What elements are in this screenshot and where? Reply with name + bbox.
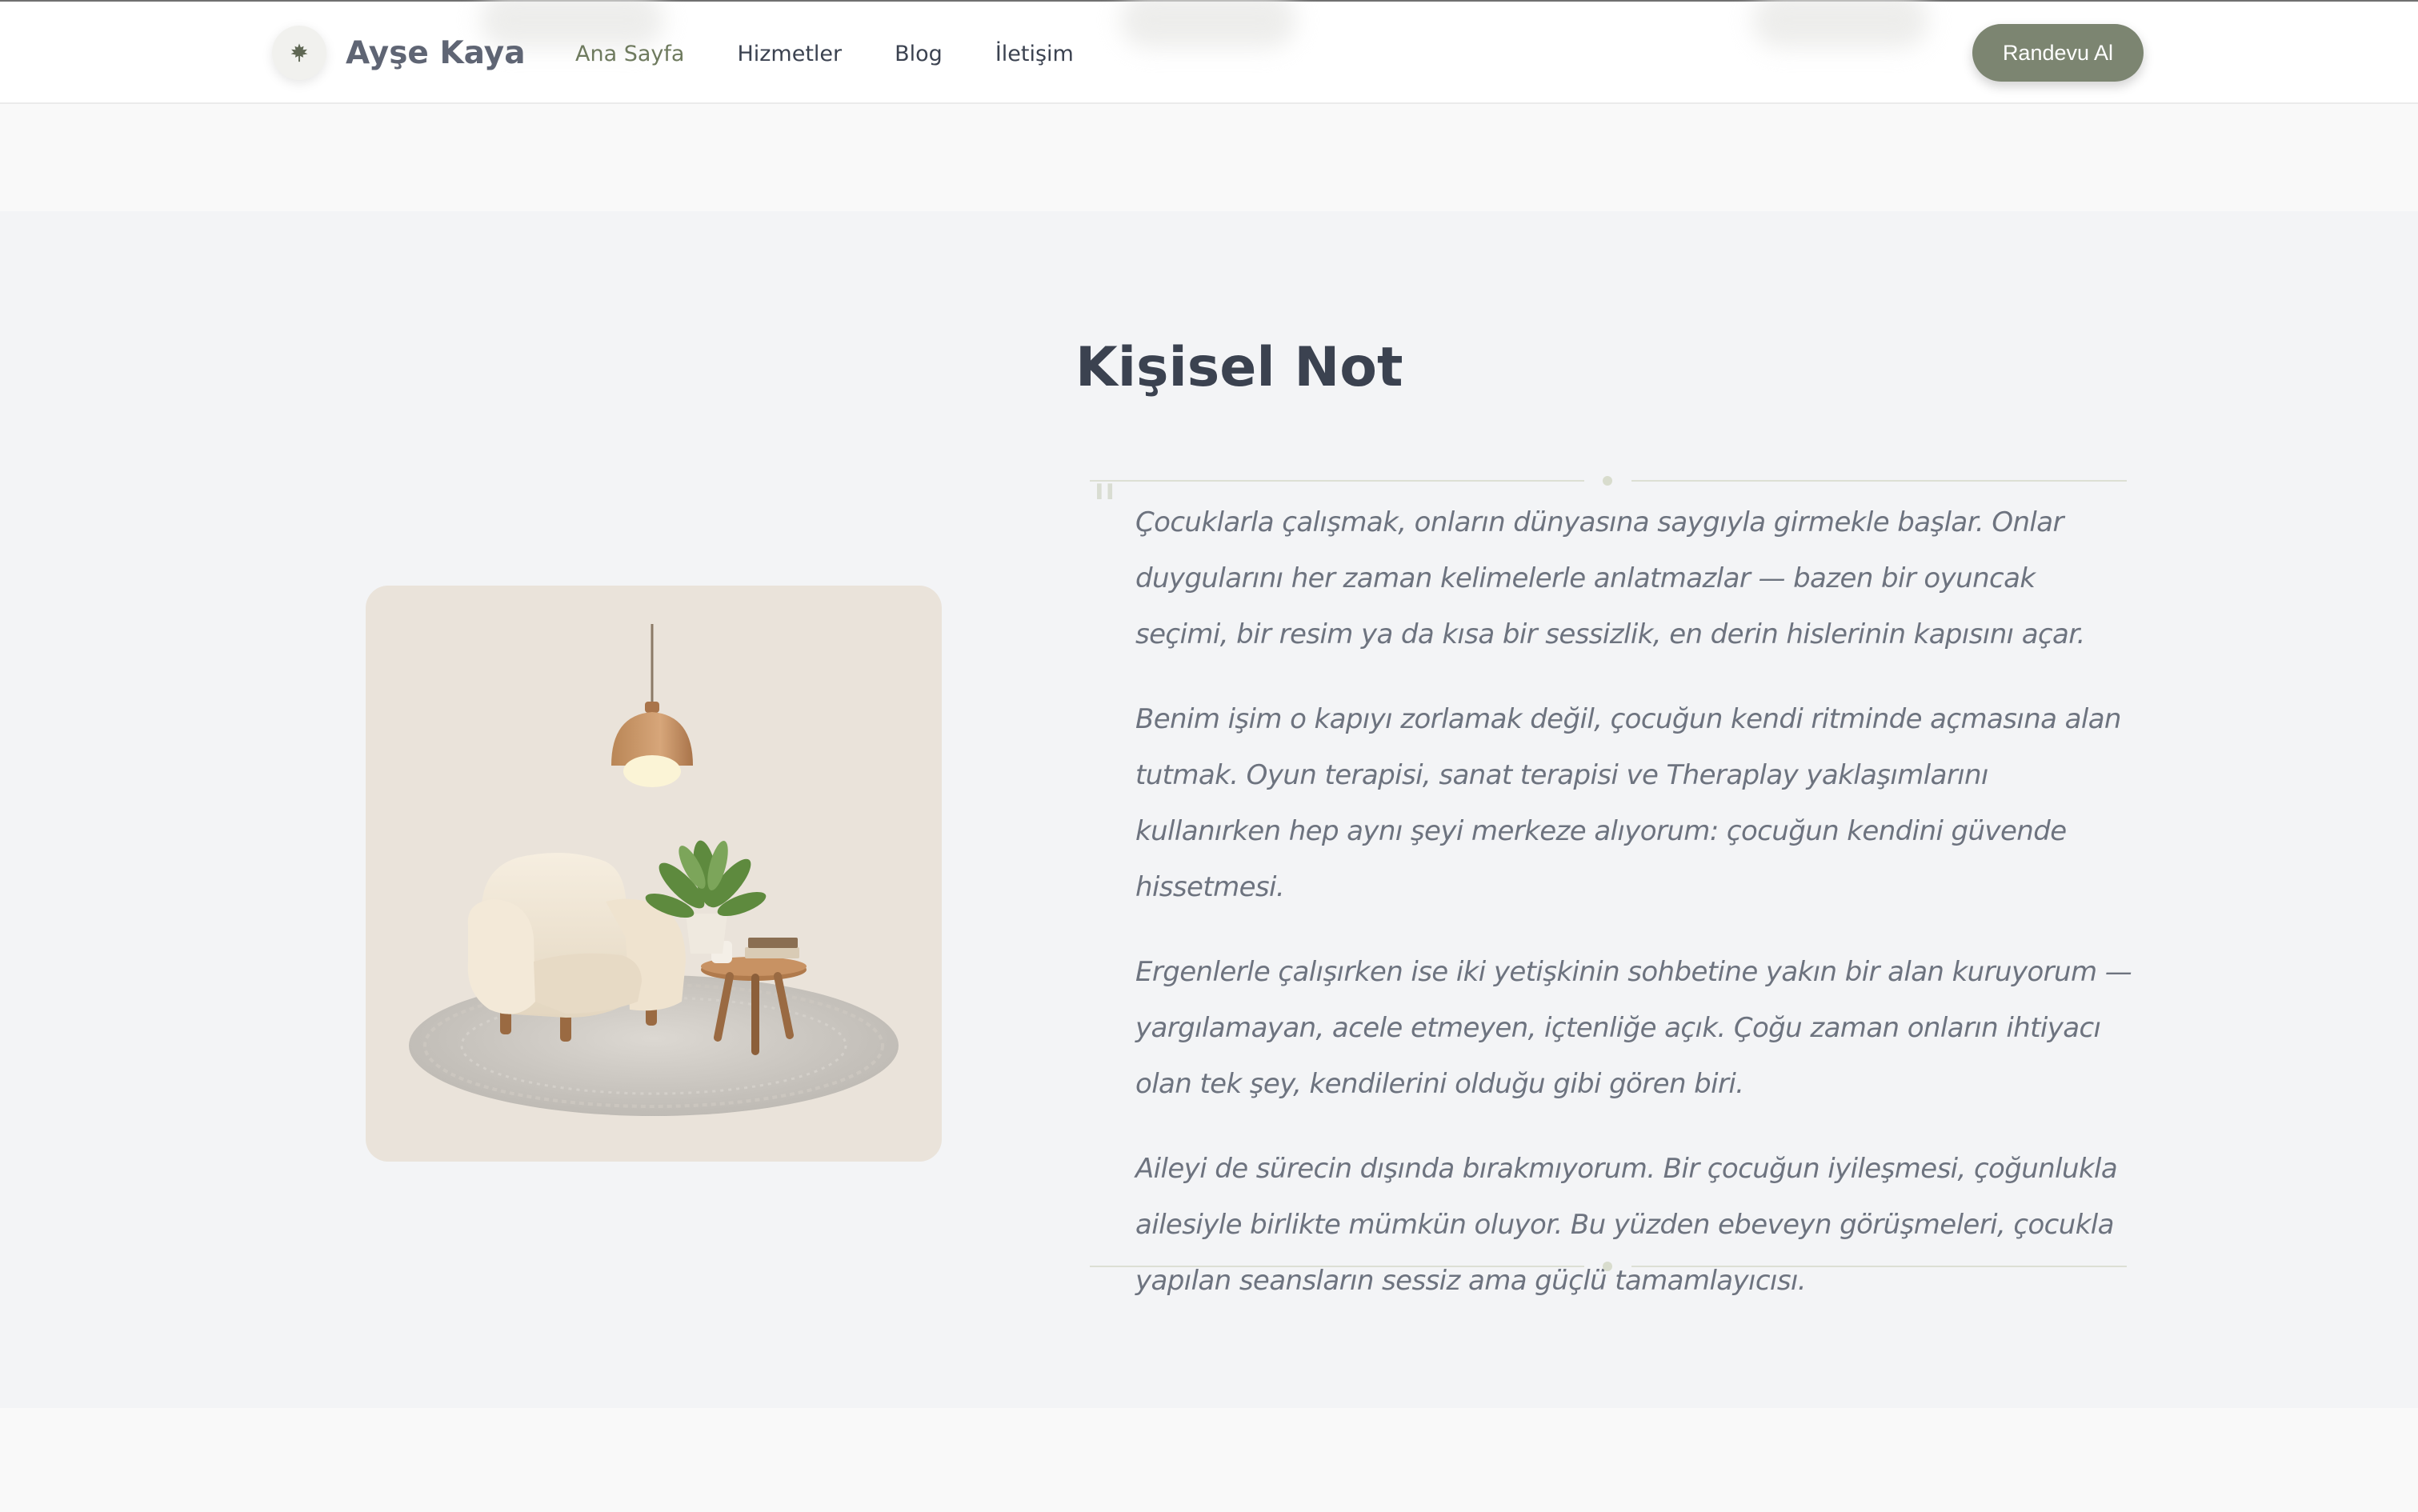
quote-divider-top bbox=[1090, 473, 2127, 489]
nav-link-blog[interactable]: Blog bbox=[895, 42, 943, 66]
appointment-button[interactable]: Randevu Al bbox=[1972, 24, 2144, 82]
leaf-icon bbox=[272, 26, 326, 80]
quote-paragraph: Çocuklarla çalışmak, onların dünyasına s… bbox=[1135, 506, 2085, 650]
divider-dot bbox=[1603, 476, 1612, 486]
personal-note-quote: Çocuklarla çalışmak, onların dünyasına s… bbox=[1135, 494, 2136, 1338]
quote-divider-bottom bbox=[1090, 1258, 2127, 1274]
quote-paragraph: Ergenlerle çalışırken ise iki yetişkinin… bbox=[1135, 956, 2132, 1100]
top-navbar: Ayşe Kaya Ana Sayfa Hizmetler Blog İleti… bbox=[0, 0, 2418, 104]
brand-logo-link[interactable]: Ayşe Kaya bbox=[272, 24, 526, 82]
nav-link-home[interactable]: Ana Sayfa bbox=[575, 42, 684, 66]
nav-link-contact[interactable]: İletişim bbox=[995, 42, 1074, 66]
quote-paragraph: Benim işim o kapıyı zorlamak değil, çocu… bbox=[1135, 703, 2121, 903]
section-title: Kişisel Not bbox=[1075, 336, 1403, 399]
quote-paragraph: Aileyi de sürecin dışında bırakmıyorum. … bbox=[1135, 1153, 2118, 1297]
quote-mark-icon: " bbox=[1091, 472, 1119, 539]
armchair-scene-illustration bbox=[409, 624, 899, 1116]
divider-dot bbox=[1603, 1262, 1612, 1271]
brand-name: Ayşe Kaya bbox=[346, 34, 526, 71]
blurred-background-shape bbox=[1120, 0, 1296, 48]
blurred-background-shape bbox=[1752, 0, 1928, 48]
armchair-illustration-image bbox=[366, 586, 942, 1162]
main-nav: Ana Sayfa Hizmetler Blog İletişim bbox=[575, 34, 1127, 74]
nav-link-services[interactable]: Hizmetler bbox=[737, 42, 842, 66]
